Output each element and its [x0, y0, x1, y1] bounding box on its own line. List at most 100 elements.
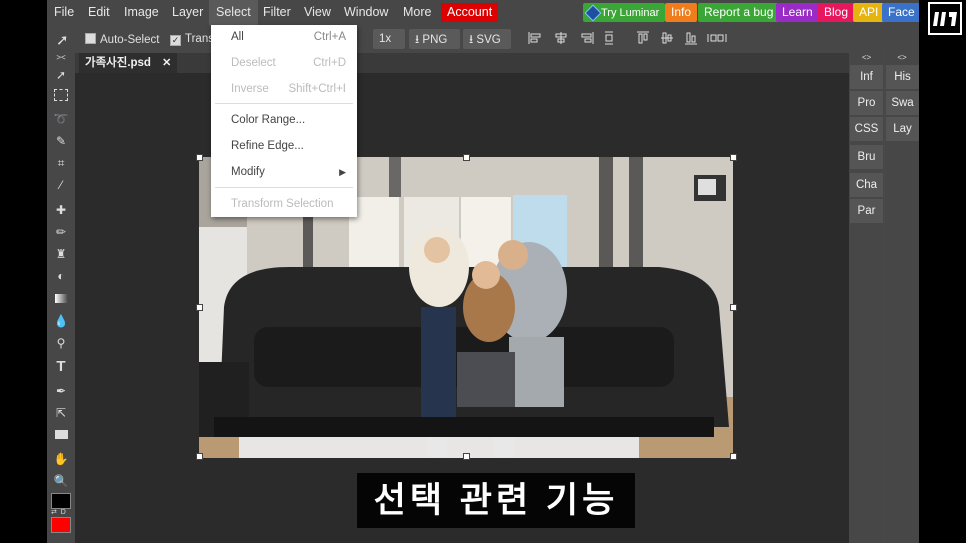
close-icon[interactable]: ✕	[162, 57, 171, 69]
align-center-h-icon[interactable]	[554, 31, 568, 45]
menu-layer[interactable]: Layer	[165, 0, 210, 25]
png-label: PNG	[422, 34, 448, 46]
blur-tool-icon[interactable]: 💧	[52, 312, 70, 330]
panel-collapse-glyph[interactable]: <>	[849, 53, 884, 63]
distribute-v-icon[interactable]	[602, 31, 616, 45]
path-select-tool-icon[interactable]: ⇱	[52, 404, 70, 422]
transform-controls-checkbox[interactable]: ✓ Trans	[170, 33, 214, 46]
crop-tool-icon[interactable]: ⌗	[52, 154, 70, 172]
align-bottom-icon[interactable]	[684, 31, 698, 45]
api-button[interactable]: API	[853, 3, 885, 22]
move-tool-icon[interactable]: ➚	[52, 66, 70, 84]
transform-handle[interactable]	[463, 453, 470, 460]
luminar-icon	[584, 4, 602, 22]
healing-brush-tool-icon[interactable]: ✚	[52, 201, 70, 219]
collapse-toolbar-glyph[interactable]: ><	[47, 53, 75, 63]
marquee-tool-icon[interactable]	[52, 88, 70, 106]
panel-properties[interactable]: Pro	[850, 91, 883, 115]
quick-select-tool-icon[interactable]: ✎	[52, 132, 70, 150]
dodge-tool-icon[interactable]: ⚲	[52, 334, 70, 352]
eyedropper-tool-icon[interactable]: ⁄	[52, 176, 70, 194]
zoom-dropdown[interactable]: 1x ▼	[373, 29, 405, 64]
transform-handle[interactable]	[463, 154, 470, 161]
panel-swatches[interactable]: Swa	[886, 91, 919, 115]
learn-button[interactable]: Learn	[776, 3, 819, 22]
menu-file[interactable]: File	[47, 0, 81, 25]
transform-handle[interactable]	[730, 304, 737, 311]
menu-item-label: Inverse	[231, 83, 269, 95]
zoom-value: 1x	[379, 33, 392, 45]
menu-item-label: Modify	[231, 166, 265, 178]
distribute-h-icon[interactable]	[707, 31, 727, 45]
submenu-arrow-icon: ▶	[339, 167, 346, 177]
align-middle-icon[interactable]	[660, 31, 674, 45]
menu-item-select-all[interactable]: All Ctrl+A	[211, 25, 357, 49]
swap-colors-label[interactable]: ⇄ D	[51, 508, 71, 516]
gradient-tool-icon[interactable]	[52, 290, 70, 308]
menu-item-inverse[interactable]: Inverse Shift+Ctrl+I	[211, 77, 357, 101]
export-png-button[interactable]: ⭳ PNG	[409, 29, 460, 49]
pen-tool-icon[interactable]: ✒	[52, 382, 70, 400]
menu-select[interactable]: Select	[209, 0, 258, 25]
move-tool-icon: ➚	[56, 32, 69, 49]
try-luminar-button[interactable]: Try Luminar	[583, 3, 666, 22]
checkbox-box	[85, 33, 96, 44]
download-icon: ⭳	[415, 32, 420, 46]
info-button[interactable]: Info	[665, 3, 698, 22]
panel-character[interactable]: Cha	[850, 173, 883, 197]
menu-filter[interactable]: Filter	[256, 0, 298, 25]
menu-item-refine-edge[interactable]: Refine Edge...	[211, 134, 357, 158]
menu-image[interactable]: Image	[117, 0, 166, 25]
transform-handle[interactable]	[196, 304, 203, 311]
align-top-icon[interactable]	[636, 31, 650, 45]
align-left-icon[interactable]	[528, 31, 542, 45]
menu-item-transform-selection[interactable]: Transform Selection	[211, 192, 357, 216]
menu-window[interactable]: Window	[337, 0, 395, 25]
try-luminar-label: Try Luminar	[601, 7, 660, 19]
account-button[interactable]: Account	[441, 3, 499, 22]
clone-stamp-tool-icon[interactable]: ♜	[52, 245, 70, 263]
auto-select-checkbox[interactable]: Auto-Select	[85, 33, 159, 46]
export-svg-button[interactable]: ⭳ SVG	[463, 29, 511, 49]
blog-button[interactable]: Blog	[818, 3, 855, 22]
transform-handle[interactable]	[196, 154, 203, 161]
panel-info[interactable]: Inf	[850, 65, 883, 89]
type-tool-icon[interactable]: T	[52, 358, 70, 376]
lasso-tool-icon[interactable]: ➰	[52, 110, 70, 128]
hand-tool-icon[interactable]: ✋	[52, 450, 70, 468]
panel-column-right: <> His Swa Lay	[885, 53, 919, 543]
rectangle-tool-icon[interactable]	[52, 426, 70, 444]
zoom-tool-icon[interactable]: 🔍	[52, 472, 70, 490]
menu-more[interactable]: More	[396, 0, 438, 25]
menu-separator	[215, 103, 353, 104]
menu-item-label: Deselect	[231, 57, 276, 69]
transform-handle[interactable]	[730, 453, 737, 460]
document-tab-name: 가족사진.psd	[85, 57, 151, 69]
eraser-tool-icon[interactable]: ◐	[52, 267, 70, 285]
transform-handle[interactable]	[196, 453, 203, 460]
menu-item-modify[interactable]: Modify ▶	[211, 160, 357, 184]
report-bug-button[interactable]: Report a bug	[698, 3, 780, 22]
brush-tool-icon[interactable]: ✏	[52, 223, 70, 241]
background-color-swatch[interactable]	[51, 517, 71, 533]
face-button[interactable]: Face	[882, 3, 919, 22]
panel-collapse-glyph[interactable]: <>	[885, 53, 919, 63]
panel-column-left: <> Inf Pro CSS Bru Cha Par	[849, 53, 884, 543]
panel-layers[interactable]: Lay	[886, 117, 919, 141]
menu-edit[interactable]: Edit	[81, 0, 117, 25]
menu-view[interactable]: View	[297, 0, 338, 25]
panel-paragraph[interactable]: Par	[850, 199, 883, 223]
menu-item-deselect[interactable]: Deselect Ctrl+D	[211, 51, 357, 75]
align-right-icon[interactable]	[580, 31, 594, 45]
menu-item-color-range[interactable]: Color Range...	[211, 108, 357, 132]
menu-item-shortcut: Shift+Ctrl+I	[288, 83, 346, 95]
panel-css[interactable]: CSS	[850, 117, 883, 141]
transform-handle[interactable]	[730, 154, 737, 161]
menu-item-label: Transform Selection	[231, 198, 334, 210]
menu-item-label: All	[231, 31, 244, 43]
panel-brush[interactable]: Bru	[850, 145, 883, 169]
foreground-color-swatch[interactable]	[51, 493, 71, 509]
panel-history[interactable]: His	[886, 65, 919, 89]
auto-select-label: Auto-Select	[100, 34, 160, 46]
document-tab[interactable]: 가족사진.psd ✕	[79, 53, 178, 73]
